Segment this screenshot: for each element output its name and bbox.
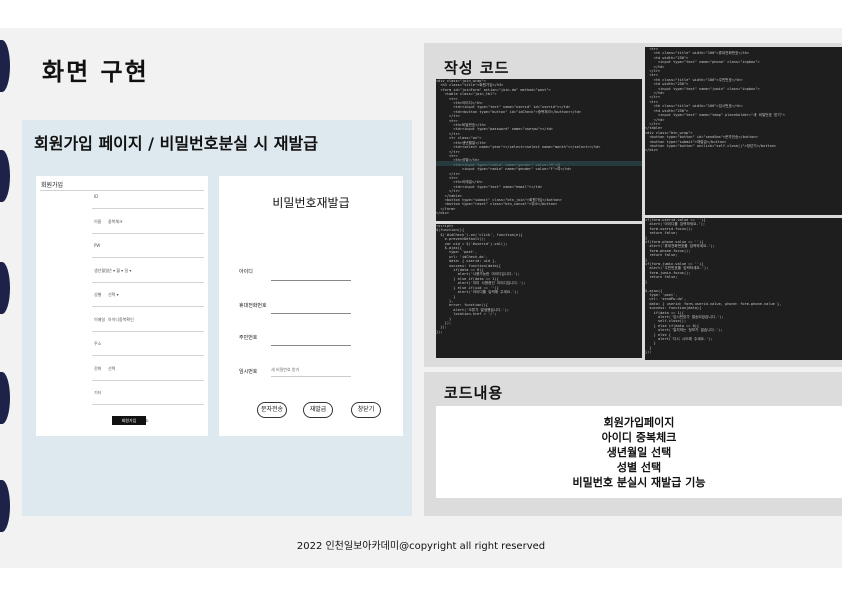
signup-field-label: 이메일 <box>94 316 106 322</box>
signup-field-label: 주소 <box>94 341 102 346</box>
signup-field-label: 이름 <box>94 218 102 224</box>
code-block-html-signup: <div class="join_wrap"> <h3 class="title… <box>436 79 642 221</box>
divider <box>92 306 204 307</box>
temp-password-input[interactable]: 새 비밀번호 받기 <box>271 364 351 377</box>
divider <box>92 355 204 356</box>
reset-field-label: 주민번호 <box>239 335 258 341</box>
code-highlight <box>436 161 642 166</box>
code-title: 작성 코드 <box>444 59 510 77</box>
signup-field-label: 성별 <box>94 292 102 297</box>
reissue-button[interactable]: 재발급 <box>303 402 333 418</box>
divider <box>92 232 204 234</box>
signup-field-input[interactable]: 중복체크 <box>108 219 123 225</box>
signup-screenshot: 회원가입 ID 이름 중복체크 PW 생년월일 년 ▾ 월 ▾ 일 ▾ 성별 선택 ▾ 이메일 아… <box>36 176 208 436</box>
code-block-js-signup: <script> $(function(){ $('#idCheck').on(… <box>436 224 642 358</box>
signup-field-label: PW <box>94 243 101 248</box>
divider <box>92 208 204 209</box>
code-block-html-reset: <tr> <th class="title" width="100">휴대전화번… <box>645 47 842 215</box>
slide-footer: 2022 인천일보아카데미@copyright all right reserv… <box>296 541 546 552</box>
content-box: 회원가입페이지 아이디 중복체크 생년월일 선택 성별 선택 비밀번호 분실시 … <box>436 406 842 498</box>
signup-field-input[interactable]: 선택 <box>108 366 115 372</box>
signup-title: 회원가입 <box>41 182 64 189</box>
phone-input[interactable] <box>271 313 351 314</box>
reset-field-label: 휴대전화번호 <box>239 303 267 309</box>
reset-screenshot: 비밀번호재발급 아이디 휴대전화번호 주민번호 임시번호 새 비밀번호 받기 문… <box>219 176 403 436</box>
divider <box>40 190 204 191</box>
close-window-button[interactable]: 창닫기 <box>351 402 381 418</box>
signup-cancel-button[interactable]: 취소 <box>135 416 155 425</box>
reset-title: 비밀번호재발급 <box>272 196 350 210</box>
code-block-js-reset: if(form.userid.value == ''){ alert('아이디를… <box>645 218 842 360</box>
screens-heading: 회원가입 페이지 / 비밀번호분실 시 재발급 <box>34 134 318 153</box>
divider <box>92 404 204 405</box>
signup-field-label: 기타 <box>94 390 102 395</box>
slide-title: 화면 구현 <box>42 58 149 86</box>
signup-field-input[interactable]: 선택 ▾ <box>108 292 119 298</box>
content-line: 생년월일 선택 <box>606 446 672 459</box>
divider <box>92 379 204 381</box>
content-line: 회원가입페이지 <box>603 416 675 429</box>
signup-field-input[interactable]: 아이디중복확인 <box>108 317 134 323</box>
jumin-input[interactable] <box>271 345 351 346</box>
divider <box>92 281 204 283</box>
signup-field-label: 전화 <box>94 365 102 371</box>
divider <box>92 257 204 258</box>
reset-field-label: 아이디 <box>239 269 253 275</box>
content-line: 성별 선택 <box>616 461 662 474</box>
content-line: 아이디 중복체크 <box>601 431 677 444</box>
userid-input[interactable] <box>271 280 351 281</box>
signup-field-label: ID <box>94 194 99 199</box>
signup-field-label: 생년월일 <box>94 267 109 273</box>
content-line: 비밀번호 분실시 재발급 기능 <box>572 476 706 489</box>
content-title: 코드내용 <box>444 384 504 402</box>
signup-field-input[interactable]: 년 ▾ 월 ▾ 일 ▾ <box>108 268 131 274</box>
send-sms-button[interactable]: 문자전송 <box>257 402 287 418</box>
reset-field-label: 임시번호 <box>239 369 258 375</box>
divider <box>92 330 204 332</box>
